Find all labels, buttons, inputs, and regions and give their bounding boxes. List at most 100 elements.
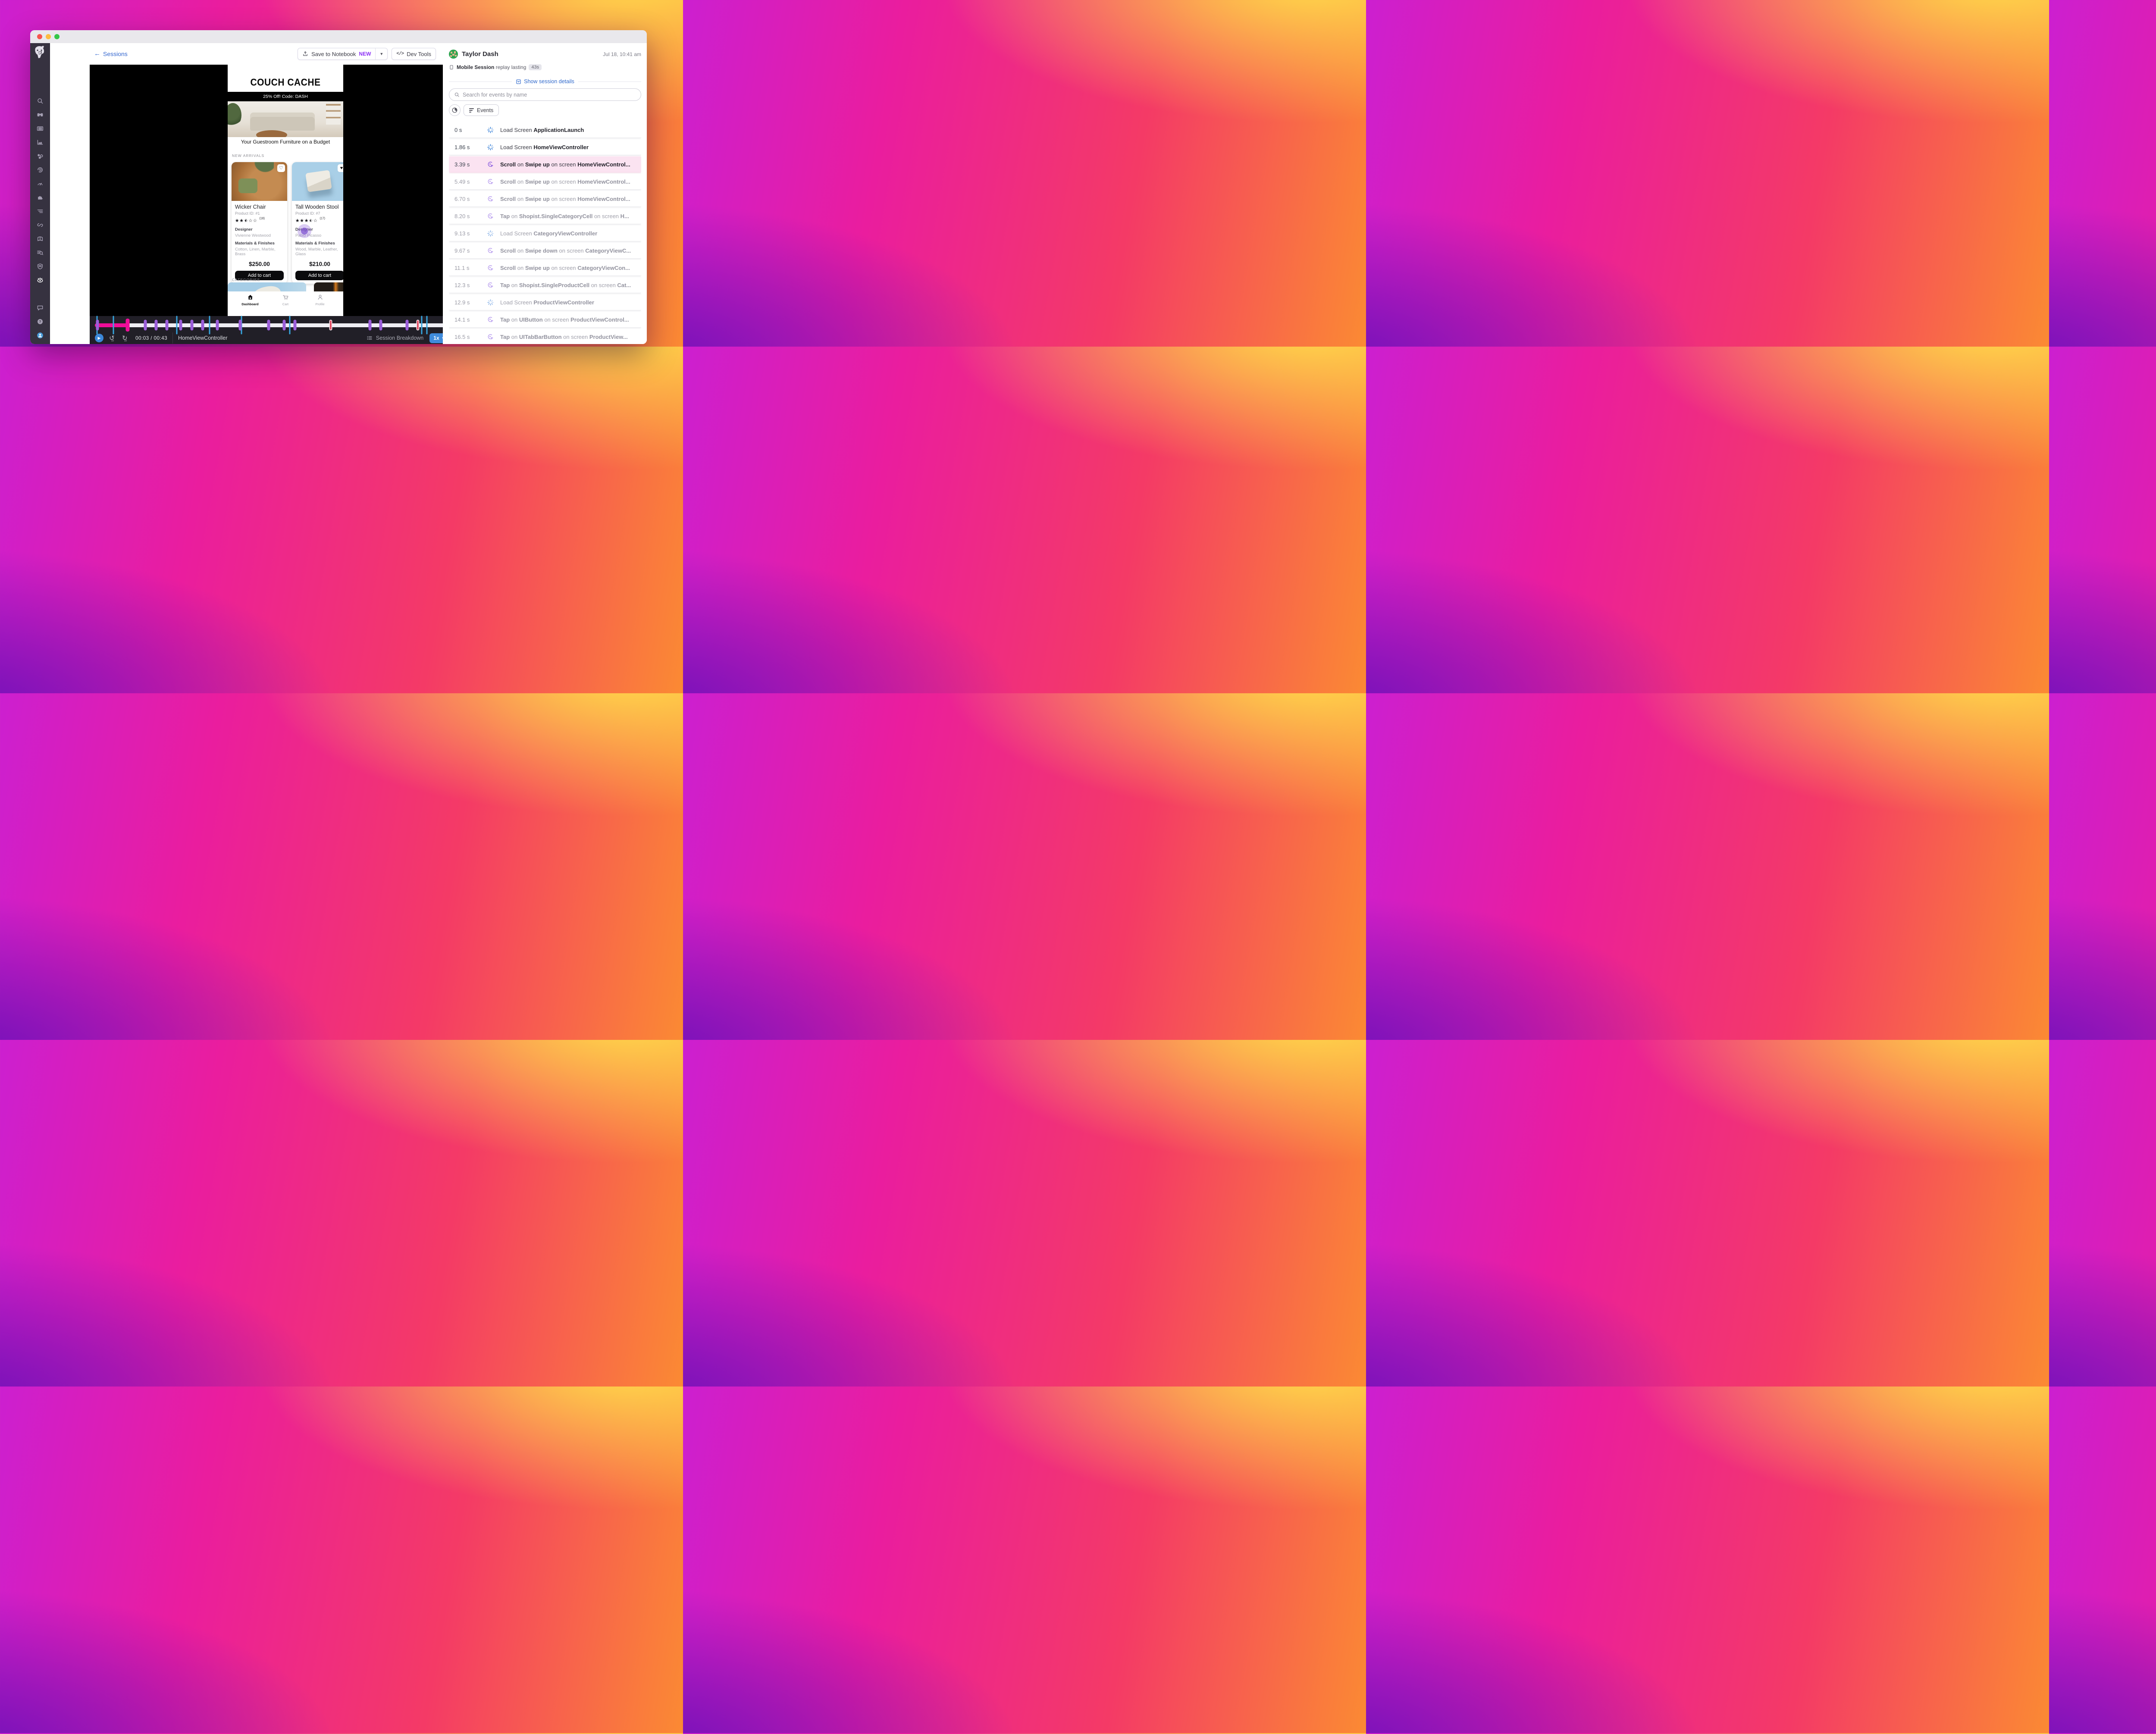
- timeline-marker-screen-load[interactable]: [113, 316, 114, 335]
- timeline-marker-screen-load[interactable]: [426, 316, 428, 335]
- hero-image: [228, 101, 343, 137]
- sidebar-item-shield-icon[interactable]: [37, 263, 44, 270]
- breakdown-list-icon: [367, 335, 373, 341]
- sidebar-item-chain-link-icon[interactable]: [37, 222, 44, 228]
- minimap-toggle-button[interactable]: [449, 104, 461, 116]
- sidebar-item-filter-lines-icon[interactable]: [37, 208, 44, 215]
- sidebar-item-hexagons-icon[interactable]: [37, 153, 44, 160]
- window-titlebar: [30, 30, 647, 43]
- skip-back-10-button[interactable]: ↺ 10: [109, 335, 116, 342]
- dev-tools-button[interactable]: </> Dev Tools: [392, 48, 436, 60]
- event-row[interactable]: 8.20 s Tap on Shopist.SingleCategoryCell …: [449, 208, 641, 224]
- timeline-marker-error[interactable]: [416, 319, 420, 331]
- event-search-input[interactable]: [463, 91, 636, 98]
- timeline-marker-action[interactable]: [216, 319, 219, 331]
- skip-forward-10-button[interactable]: ↻ 10: [122, 335, 129, 342]
- back-to-sessions-link[interactable]: ← Sessions: [94, 50, 128, 57]
- tap-gesture-icon: [487, 213, 494, 220]
- event-time: 8.20 s: [454, 213, 470, 219]
- zoom-window-button[interactable]: [54, 34, 60, 39]
- save-dropdown-caret[interactable]: ▼: [376, 52, 387, 56]
- timeline-marker-action[interactable]: [293, 319, 297, 331]
- tap-gesture-icon: [487, 282, 494, 289]
- show-session-details-link[interactable]: Show session details: [449, 78, 641, 85]
- event-time: 12.3 s: [454, 282, 470, 288]
- event-row[interactable]: 9.67 s Scroll on Swipe down on screen Cat…: [449, 243, 641, 258]
- event-search-box: [449, 88, 641, 101]
- timeline-marker-action[interactable]: [379, 319, 382, 331]
- timeline-marker-screen-load[interactable]: [289, 316, 291, 335]
- event-row[interactable]: 12.9 s Load Screen ProductViewController: [449, 294, 641, 310]
- add-to-cart-button[interactable]: Add to cart: [295, 271, 343, 280]
- timeline-marker-action[interactable]: [201, 319, 204, 331]
- favorite-heart-icon[interactable]: ♥: [338, 164, 343, 172]
- sidebar-item-log-list-icon[interactable]: [37, 125, 44, 132]
- minimize-window-button[interactable]: [46, 34, 51, 39]
- sidebar-nav: ?: [30, 43, 50, 344]
- event-row[interactable]: 12.3 s Tap on Shopist.SingleProductCell o…: [449, 277, 641, 293]
- categories-label: CATEGORIES: [232, 278, 260, 282]
- datadog-logo[interactable]: [34, 46, 46, 62]
- sidebar-item-notebook-icon[interactable]: [37, 235, 44, 242]
- sidebar-item-eye-icon[interactable]: [37, 277, 44, 284]
- event-row[interactable]: 11.1 s Scroll on Swipe up on screen Categ…: [449, 260, 641, 275]
- session-user-name[interactable]: Taylor Dash: [462, 50, 498, 58]
- timeline-marker-action[interactable]: [144, 319, 147, 331]
- timeline-marker-action[interactable]: [179, 319, 182, 331]
- content-header: ← Sessions Save to Notebook NEW ▼ </> De…: [50, 43, 443, 65]
- sidebar-item-puzzle-icon[interactable]: [37, 194, 44, 201]
- materials-label: Materials & Finishes: [235, 241, 275, 246]
- timeline-playhead[interactable]: [125, 319, 130, 332]
- player-timeline[interactable]: [95, 316, 473, 335]
- save-to-notebook-button[interactable]: Save to Notebook NEW ▼: [298, 48, 388, 60]
- timeline-marker-screen-load[interactable]: [176, 316, 178, 335]
- event-description: Tap on UITabBarButton on screen ProductV…: [500, 333, 628, 340]
- timeline-marker-action[interactable]: [238, 319, 242, 331]
- timeline-marker-action[interactable]: [267, 319, 270, 331]
- sidebar-item-log-search-icon[interactable]: [37, 249, 44, 256]
- sidebar-item-user-icon[interactable]: [37, 332, 44, 339]
- sidebar-item-gauge-icon[interactable]: [37, 180, 44, 187]
- event-row[interactable]: 3.39 s Scroll on Swipe up on screen HomeV…: [449, 156, 641, 172]
- timeline-progress: [95, 323, 128, 327]
- tab-profile[interactable]: Profile: [307, 294, 333, 306]
- events-filter-button[interactable]: Events: [464, 104, 499, 116]
- timeline-marker-action[interactable]: [96, 319, 99, 331]
- user-avatar[interactable]: [449, 50, 458, 59]
- event-row[interactable]: 16.5 s Tap on UITabBarButton on screen Pr…: [449, 329, 641, 344]
- event-row[interactable]: 6.70 s Scroll on Swipe up on screen HomeV…: [449, 191, 641, 207]
- event-list: 0 s Load Screen ApplicationLaunch 1.86 s Lo…: [449, 122, 641, 344]
- event-row[interactable]: 1.86 s Load Screen HomeViewController: [449, 139, 641, 155]
- session-suffix: replay lasting: [495, 64, 526, 70]
- tab-dashboard[interactable]: Dashboard: [237, 294, 263, 306]
- play-button[interactable]: ▶: [95, 334, 103, 342]
- materials-value: Cotton, Linen, Marble, Brass: [235, 247, 276, 257]
- timeline-marker-action[interactable]: [165, 319, 169, 331]
- app-window: ? ← Sessions Save to Notebook NEW ▼ </> …: [30, 30, 647, 344]
- favorite-heart-icon[interactable]: ♡: [277, 164, 285, 172]
- close-window-button[interactable]: [37, 34, 42, 39]
- timeline-marker-action[interactable]: [154, 319, 158, 331]
- tab-cart[interactable]: Cart: [273, 294, 298, 306]
- event-row[interactable]: 14.1 s Tap on UIButton on screen ProductV…: [449, 312, 641, 327]
- timeline-marker-error[interactable]: [329, 319, 332, 331]
- sidebar-item-search-icon[interactable]: [37, 97, 44, 104]
- timeline-marker-screen-load[interactable]: [421, 316, 423, 335]
- sidebar-item-trace-spiral-icon[interactable]: [37, 166, 44, 173]
- event-row[interactable]: 9.13 s Load Screen CategoryViewController: [449, 225, 641, 241]
- filter-icon: [469, 108, 474, 113]
- sidebar-item-help-icon[interactable]: ?: [37, 318, 44, 325]
- session-breakdown-button[interactable]: Session Breakdown: [376, 335, 423, 341]
- sidebar-item-chat-icon[interactable]: [37, 304, 44, 311]
- timeline-marker-screen-load[interactable]: [209, 316, 210, 335]
- timeline-marker-action[interactable]: [282, 319, 286, 331]
- sidebar-item-area-chart-icon[interactable]: [37, 139, 44, 146]
- event-row[interactable]: 5.49 s Scroll on Swipe up on screen HomeV…: [449, 174, 641, 189]
- event-row[interactable]: 0 s Load Screen ApplicationLaunch: [449, 122, 641, 138]
- product-card[interactable]: ♡ Wicker Chair Product ID: #1 ☆☆☆☆☆★★★★★…: [232, 162, 287, 284]
- product-card[interactable]: ♥ Tall Wooden Stool Product ID: #7 ☆☆☆☆☆…: [292, 162, 343, 284]
- timeline-marker-action[interactable]: [405, 319, 409, 331]
- timeline-marker-action[interactable]: [368, 319, 372, 331]
- timeline-marker-action[interactable]: [190, 319, 194, 331]
- sidebar-item-binoculars-icon[interactable]: [37, 111, 44, 118]
